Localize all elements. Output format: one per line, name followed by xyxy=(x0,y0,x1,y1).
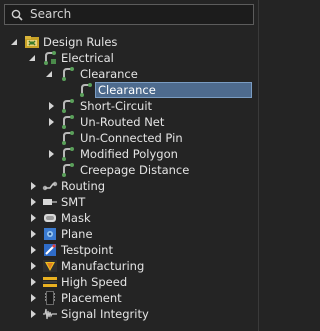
tree-item-label: High Speed xyxy=(61,275,128,289)
tree-item-label: Un-Connected Pin xyxy=(80,131,183,145)
tree-item-clearance-rule[interactable]: Clearance xyxy=(0,82,259,98)
search-input[interactable] xyxy=(30,5,245,24)
collapsed-arrow-icon[interactable] xyxy=(30,230,38,238)
collapsed-arrow-icon[interactable] xyxy=(48,150,56,158)
smt-icon xyxy=(43,199,57,205)
rule-icon xyxy=(62,163,74,177)
rule-icon xyxy=(62,147,74,161)
tree-item-testpoint[interactable]: Testpoint xyxy=(0,242,259,258)
tree-item-label: Clearance xyxy=(98,83,156,97)
tree-item-creepage-distance[interactable]: Creepage Distance xyxy=(0,162,259,178)
tree-item-placement[interactable]: Placement xyxy=(0,290,259,306)
tree-item-manufacturing[interactable]: Manufacturing xyxy=(0,258,259,274)
tree-item-label: Placement xyxy=(61,291,122,305)
design-rules-panel: Design Rules Electrical xyxy=(0,0,259,331)
mask-icon xyxy=(44,214,56,222)
tree-item-mask[interactable]: Mask xyxy=(0,210,259,226)
search-icon xyxy=(11,9,23,21)
tree-item-signal-integrity[interactable]: Signal Integrity xyxy=(0,306,259,322)
rule-icon xyxy=(62,67,74,81)
manufacturing-icon xyxy=(43,260,57,272)
collapsed-arrow-icon[interactable] xyxy=(30,182,38,190)
panel-border xyxy=(258,0,259,331)
tree-item-electrical[interactable]: Electrical xyxy=(0,50,259,66)
routing-icon xyxy=(42,181,58,191)
rule-icon xyxy=(62,99,74,113)
tree-item-label: Creepage Distance xyxy=(80,163,190,177)
testpoint-icon xyxy=(44,244,56,256)
collapsed-arrow-icon[interactable] xyxy=(30,278,38,286)
tree-item-label: Modified Polygon xyxy=(80,147,178,161)
tree-item-modified-polygon[interactable]: Modified Polygon xyxy=(0,146,259,162)
collapsed-arrow-icon[interactable] xyxy=(30,198,38,206)
design-rules-icon xyxy=(25,36,39,48)
tree-item-label: Short-Circuit xyxy=(80,99,153,113)
tree-item-label: Manufacturing xyxy=(61,259,145,273)
rule-icon xyxy=(62,131,74,145)
collapsed-arrow-icon[interactable] xyxy=(30,294,38,302)
collapsed-arrow-icon[interactable] xyxy=(30,310,38,318)
signal-integrity-icon xyxy=(43,308,57,320)
tree-item-label: Mask xyxy=(61,211,91,225)
tree-item-label: Signal Integrity xyxy=(61,307,149,321)
tree-item-label: Testpoint xyxy=(61,243,113,257)
expanded-arrow-icon[interactable] xyxy=(45,70,53,78)
tree-item-label: Plane xyxy=(61,227,93,241)
high-speed-icon xyxy=(43,277,57,287)
rule-icon xyxy=(80,83,92,97)
expanded-arrow-icon[interactable] xyxy=(10,38,18,46)
collapsed-arrow-icon[interactable] xyxy=(48,118,56,126)
tree-item-smt[interactable]: SMT xyxy=(0,194,259,210)
tree-item-short-circuit[interactable]: Short-Circuit xyxy=(0,98,259,114)
rule-icon xyxy=(44,51,56,65)
tree-item-label: Routing xyxy=(61,179,106,193)
tree-item-high-speed[interactable]: High Speed xyxy=(0,274,259,290)
tree-item-label: SMT xyxy=(61,195,86,209)
expanded-arrow-icon[interactable] xyxy=(28,54,36,62)
collapsed-arrow-icon[interactable] xyxy=(30,246,38,254)
tree-item-unrouted-net[interactable]: Un-Routed Net xyxy=(0,114,259,130)
tree-item-label: Un-Routed Net xyxy=(80,115,165,129)
tree-item-design-rules[interactable]: Design Rules xyxy=(0,34,259,50)
tree-item-clearance-group[interactable]: Clearance xyxy=(0,66,259,82)
tree-item-routing[interactable]: Routing xyxy=(0,178,259,194)
search-box[interactable] xyxy=(4,4,254,25)
tree-item-label: Design Rules xyxy=(43,35,118,49)
placement-icon xyxy=(45,291,55,305)
tree-item-unconnected-pin[interactable]: Un-Connected Pin xyxy=(0,130,259,146)
tree-item-label: Electrical xyxy=(61,51,114,65)
collapsed-arrow-icon[interactable] xyxy=(48,102,56,110)
tree-item-plane[interactable]: Plane xyxy=(0,226,259,242)
tree-item-label: Clearance xyxy=(80,67,138,81)
collapsed-arrow-icon[interactable] xyxy=(30,262,38,270)
plane-icon xyxy=(44,228,56,240)
collapsed-arrow-icon[interactable] xyxy=(30,214,38,222)
rule-icon xyxy=(62,115,74,129)
